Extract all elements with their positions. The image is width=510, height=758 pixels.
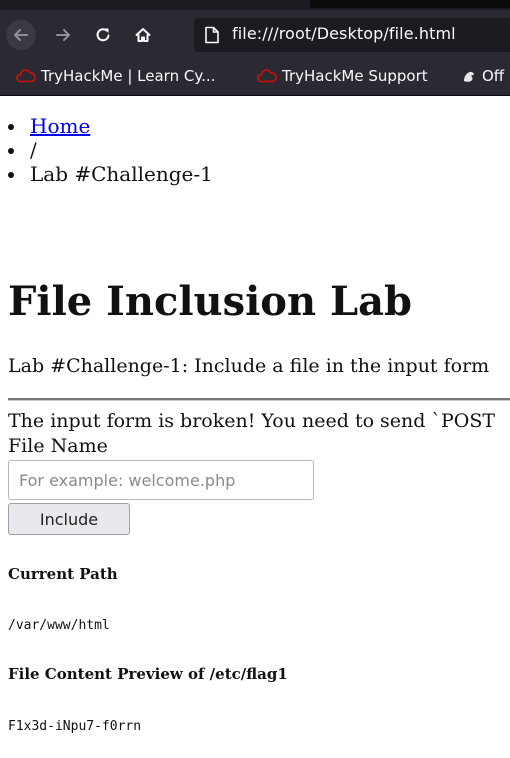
file-preview-content: F1x3d-iNpu7-f0rrn: [8, 719, 142, 734]
back-button[interactable]: [6, 20, 36, 50]
back-arrow-icon: [6, 20, 36, 50]
bookmark-offsec[interactable]: Off: [461, 67, 504, 85]
home-button[interactable]: [128, 20, 158, 50]
tab-strip: [0, 0, 510, 10]
bookmark-tryhackme-support[interactable]: TryHackMe Support: [257, 67, 428, 85]
forward-button[interactable]: [48, 20, 78, 50]
url-text: file:///root/Desktop/file.html: [232, 24, 456, 43]
bookmark-tryhackme[interactable]: TryHackMe | Learn Cy...: [16, 67, 215, 85]
file-name-label: File Name: [8, 435, 108, 457]
active-tab[interactable]: [310, 0, 510, 8]
navigation-toolbar: file:///root/Desktop/file.html: [0, 10, 510, 60]
bookmark-label: TryHackMe | Learn Cy...: [41, 67, 216, 85]
page-icon: [205, 26, 219, 44]
tryhackme-cloud-icon: [257, 69, 277, 83]
dragon-icon: [464, 71, 474, 82]
home-link[interactable]: Home: [30, 114, 90, 138]
reload-button[interactable]: [88, 20, 118, 50]
breadcrumb: Home / Lab #Challenge-1: [8, 114, 213, 186]
home-icon: [135, 28, 151, 42]
bookmark-label: TryHackMe Support: [282, 67, 428, 85]
file-name-field[interactable]: [8, 460, 314, 500]
current-path-value: /var/www/html: [8, 618, 110, 633]
breadcrumb-item-home: Home: [8, 114, 213, 138]
lab-description: Lab #Challenge-1: Include a file in the …: [8, 355, 490, 377]
address-bar[interactable]: file:///root/Desktop/file.html: [194, 18, 510, 52]
reload-icon: [96, 28, 110, 42]
page-title: File Inclusion Lab: [8, 278, 413, 325]
bookmark-label: Off: [482, 67, 505, 85]
file-name-input[interactable]: [9, 461, 309, 499]
bookmarks-toolbar: TryHackMe | Learn Cy... TryHackMe Suppor…: [0, 60, 510, 96]
tryhackme-cloud-icon: [16, 69, 36, 83]
breadcrumb-separator: /: [8, 138, 213, 162]
divider: [8, 398, 510, 401]
file-preview-heading: File Content Preview of /etc/flag1: [8, 665, 288, 683]
current-path-heading: Current Path: [8, 565, 118, 583]
warning-text: The input form is broken! You need to se…: [8, 410, 496, 432]
forward-arrow-icon: [56, 29, 70, 41]
include-button[interactable]: Include: [8, 503, 130, 535]
breadcrumb-current: Lab #Challenge-1: [8, 162, 213, 186]
